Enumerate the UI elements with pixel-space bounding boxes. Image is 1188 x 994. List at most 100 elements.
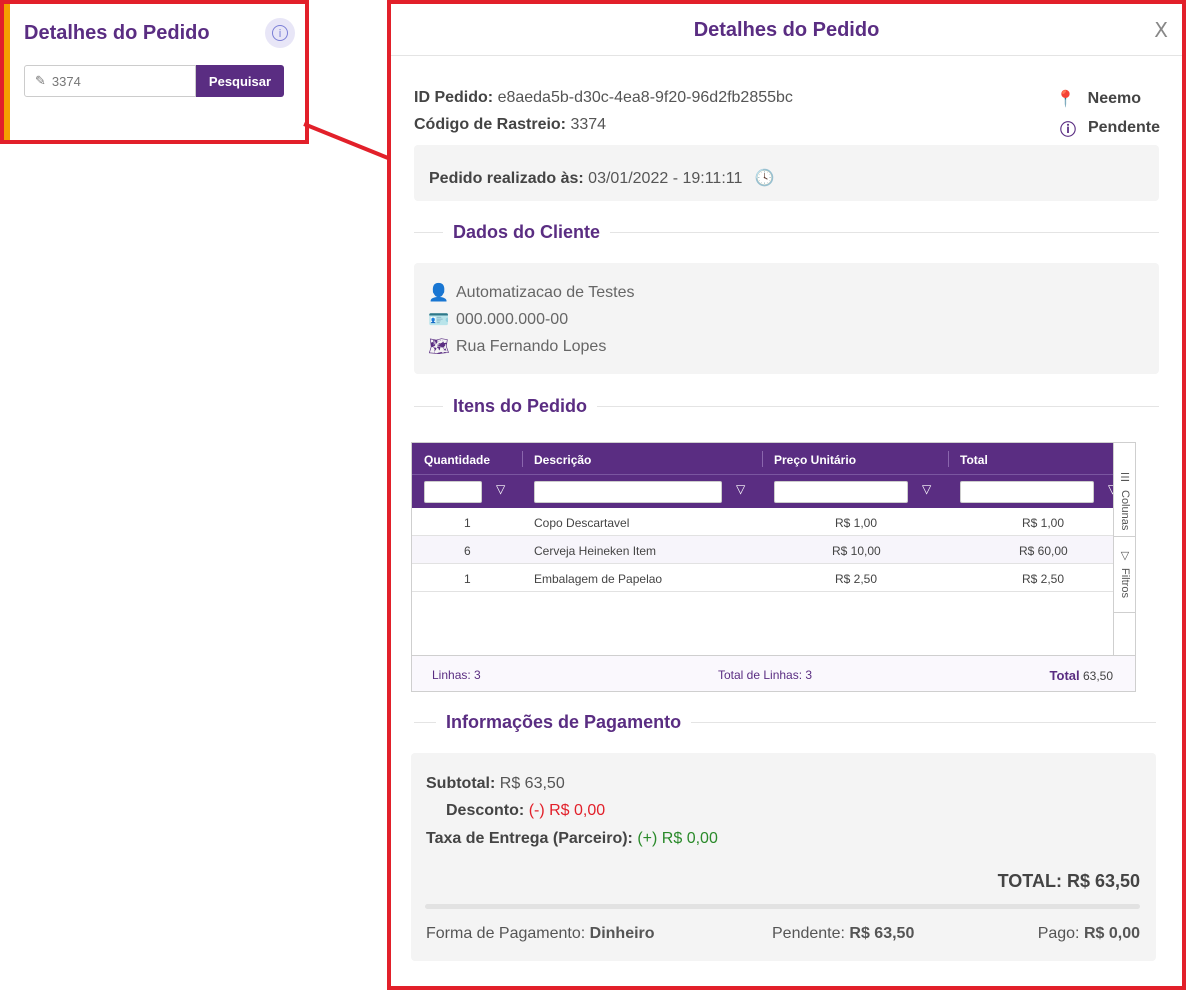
discount-row: Desconto: (-) R$ 0,00 [446,802,605,820]
order-details-modal: Detalhes do Pedido X ID Pedido: e8aeda5b… [387,0,1186,990]
pending-row: Pendente: R$ 63,50 [772,925,914,943]
order-id-row: ID Pedido: e8aeda5b-d30c-4ea8-9f20-96d2f… [414,89,793,107]
info-icon: i [272,25,288,41]
payment-method-label: Forma de Pagamento: [426,925,586,942]
pending-value: R$ 63,50 [849,925,915,942]
payment-box: Subtotal: R$ 63,50 Desconto: (-) R$ 0,00… [411,753,1156,961]
id-card-icon: 🪪 [428,310,450,330]
grid-header: Quantidade Descrição Preço Unitário Tota… [412,443,1134,508]
cell-total: R$ 2,50 [1022,572,1065,586]
paid-row: Pago: R$ 0,00 [1038,925,1140,943]
filter-input-total[interactable] [960,481,1094,503]
order-id-label: ID Pedido: [414,89,494,106]
search-input[interactable]: ✎ 3374 [24,65,196,97]
grand-total: TOTAL: R$ 63,50 [997,871,1140,891]
client-document-row: 🪪 000.000.000-00 [428,310,568,330]
footer-total-lines: Total de Linhas: 3 [718,668,813,682]
payment-method-row: Forma de Pagamento: Dinheiro [426,925,655,943]
cell-description: Cerveja Heineken Item [534,544,657,558]
cell-unit-price: R$ 10,00 [832,544,881,558]
client-name-row: 👤 Automatizacao de Testes [428,283,634,303]
paid-value: R$ 0,00 [1083,925,1140,942]
filter-icon[interactable]: ▽ [922,482,931,496]
cell-unit-price: R$ 2,50 [835,572,878,586]
filter-icon: ▽ [1118,549,1132,562]
subtotal-label: Subtotal: [426,775,496,792]
mini-panel-title: Detalhes do Pedido [24,22,210,44]
placed-row: Pedido realizado às: 03/01/2022 - 19:11:… [429,168,787,188]
paid-label: Pago: [1037,925,1080,942]
store-name: Neemo [1087,89,1141,107]
accent-stripe [4,4,10,140]
tracking-label: Código de Rastreio: [414,116,567,133]
close-icon[interactable]: X [1154,18,1168,42]
columns-tool[interactable]: ☰ Colunas [1114,465,1136,537]
table-row[interactable]: 1 Copo Descartavel R$ 1,00 R$ 1,00 [412,508,1134,536]
filter-input-unit-price[interactable] [774,481,908,503]
filter-icon[interactable]: ▽ [496,482,505,496]
footer-lines: Linhas: 3 [432,668,481,682]
delivery-sign: (+) [637,830,658,847]
status-badge: Pendente [1087,119,1160,136]
footer-total-label: Total [1049,668,1080,683]
cell-total: R$ 1,00 [1022,516,1065,530]
subtotal-value: R$ 63,50 [499,775,565,792]
client-section-title: Dados do Cliente [443,222,611,243]
tracking-row: Código de Rastreio: 3374 [414,116,606,134]
client-box: 👤 Automatizacao de Testes 🪪 000.000.000-… [414,263,1159,374]
columns-icon: ☰ [1118,471,1132,484]
placed-value: 03/01/2022 - 19:11:11 [588,170,743,187]
discount-label: Desconto: [446,802,525,819]
payment-section-title: Informações de Pagamento [436,712,692,733]
cell-quantity: 1 [464,516,471,530]
connector-line [303,122,389,160]
grid-footer: Linhas: 3 Total de Linhas: 3 Total 63,50 [412,655,1135,691]
cell-description: Embalagem de Papelao [534,572,663,586]
filters-tool[interactable]: ▽ Filtros [1114,543,1136,613]
cell-quantity: 6 [464,544,471,558]
subtotal-row: Subtotal: R$ 63,50 [426,775,565,793]
table-row[interactable]: 6 Cerveja Heineken Item R$ 10,00 R$ 60,0… [412,536,1134,564]
filter-icon[interactable]: ▽ [736,482,745,496]
cell-description: Copo Descartavel [534,516,630,530]
cell-unit-price: R$ 1,00 [835,516,878,530]
client-address-row: 🗺 Rua Fernando Lopes [428,337,606,357]
store-meta: 📍 Neemo [1056,89,1141,108]
column-header-total[interactable]: Total [960,453,988,467]
footer-total: Total 63,50 [1050,668,1113,683]
client-name: Automatizacao de Testes [456,284,635,301]
order-id-value: e8aeda5b-d30c-4ea8-9f20-96d2fb2855bc [497,89,793,106]
column-separator [522,451,523,467]
column-header-unit-price[interactable]: Preço Unitário [774,453,856,467]
modal-header: Detalhes do Pedido X [391,4,1182,56]
delivery-value: R$ 0,00 [661,830,718,847]
client-document: 000.000.000-00 [456,311,569,328]
search-button[interactable]: Pesquisar [196,65,284,97]
items-section-title: Itens do Pedido [443,396,598,417]
payment-method-value: Dinheiro [589,925,655,942]
filter-input-quantity[interactable] [424,481,482,503]
placed-label: Pedido realizado às: [429,170,584,187]
discount-sign: (-) [528,802,545,819]
discount-value: R$ 0,00 [549,802,606,819]
column-separator [948,451,949,467]
grid-side-tools: ☰ Colunas ▽ Filtros [1113,443,1136,655]
user-icon: 👤 [428,283,450,303]
filter-row: ▽ ▽ ▽ ▽ [412,474,1134,508]
pencil-icon: ✎ [35,73,46,89]
client-address: Rua Fernando Lopes [456,338,607,355]
tracking-value: 3374 [570,116,607,133]
column-header-quantity[interactable]: Quantidade [424,453,490,467]
cell-total: R$ 60,00 [1019,544,1068,558]
filter-input-description[interactable] [534,481,722,503]
column-separator [762,451,763,467]
table-row[interactable]: 1 Embalagem de Papelao R$ 2,50 R$ 2,50 [412,564,1134,592]
footer-total-value: 63,50 [1082,669,1113,683]
filters-tool-label: Filtros [1119,568,1131,598]
payment-progress-bar [425,904,1140,909]
pending-label: Pendente: [772,925,845,942]
info-button[interactable]: i [265,18,295,48]
status-meta: ⓘ Pendente [1060,116,1160,140]
column-header-description[interactable]: Descrição [534,453,591,467]
columns-tool-label: Colunas [1119,490,1131,531]
